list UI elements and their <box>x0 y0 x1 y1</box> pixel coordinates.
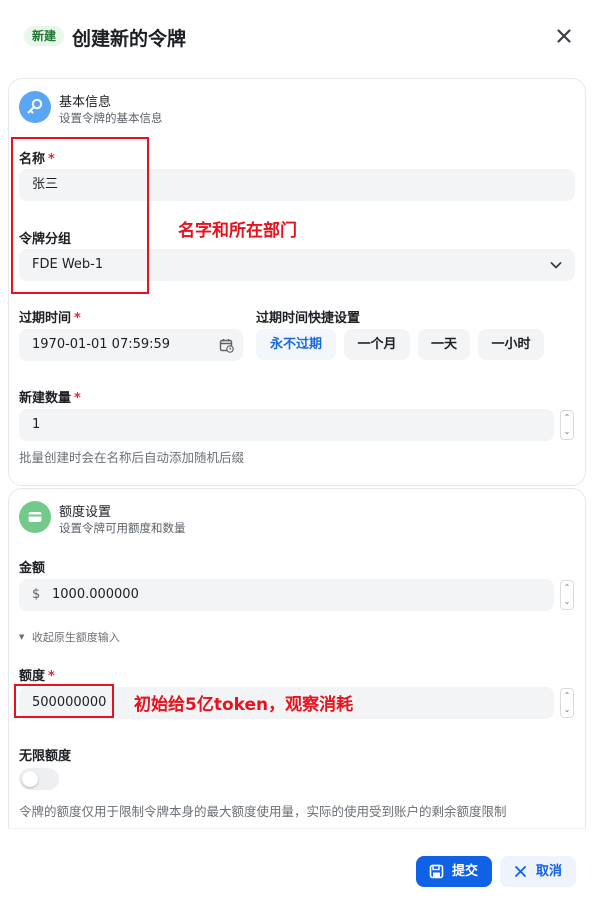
currency-symbol: $ <box>32 587 41 602</box>
stepper-up-icon[interactable]: ⌃ <box>561 689 573 703</box>
save-icon <box>429 864 444 879</box>
count-stepper[interactable]: ⌃ ⌄ <box>560 410 574 440</box>
modal-header: 新建 创建新的令牌 <box>0 0 594 72</box>
new-badge: 新建 <box>24 26 64 46</box>
annotation-quota: 初始给5亿token，观察消耗 <box>134 695 354 715</box>
amount-stepper[interactable]: ⌃ ⌄ <box>560 580 574 610</box>
footer-divider <box>8 828 586 829</box>
quota-subtitle: 设置令牌可用额度和数量 <box>59 521 186 535</box>
cancel-button-label: 取消 <box>536 864 563 879</box>
stepper-down-icon[interactable]: ⌄ <box>561 703 573 717</box>
triangle-down-icon: ▼ <box>19 633 25 641</box>
toggle-knob <box>22 771 38 787</box>
annotation-box-name-group <box>11 137 149 294</box>
unlimited-quota-toggle[interactable] <box>19 768 59 790</box>
calendar-clock-icon[interactable] <box>219 338 234 353</box>
annotation-box-quota <box>14 684 114 718</box>
count-input[interactable]: 1 <box>19 409 554 441</box>
stepper-up-icon[interactable]: ⌃ <box>561 411 573 425</box>
annotation-name-group: 名字和所在部门 <box>178 221 297 241</box>
quick-never-expire-button[interactable]: 永不过期 <box>256 329 336 360</box>
collapse-native-quota-toggle[interactable]: ▼ 收起原生额度输入 <box>19 629 120 645</box>
credit-card-icon <box>19 501 51 533</box>
quota-footnote: 令牌的额度仅用于限制令牌本身的最大额度使用量，实际的使用受到账户的剩余额度限制 <box>19 804 507 819</box>
required-mark: * <box>48 669 55 684</box>
stepper-down-icon[interactable]: ⌄ <box>561 425 573 439</box>
chevron-down-icon <box>550 262 562 269</box>
quota-card <box>8 488 586 828</box>
stepper-up-icon[interactable]: ⌃ <box>561 581 573 595</box>
key-icon <box>19 91 51 123</box>
stepper-down-icon[interactable]: ⌄ <box>561 595 573 609</box>
quota-title: 额度设置 <box>59 505 112 520</box>
count-input-value: 1 <box>32 417 41 432</box>
expire-datetime-value: 1970-01-01 07:59:59 <box>32 337 171 352</box>
quick-one-month-button[interactable]: 一个月 <box>344 329 410 360</box>
required-mark: * <box>74 391 81 406</box>
collapse-native-quota-text: 收起原生额度输入 <box>31 631 120 644</box>
required-mark: * <box>74 311 81 326</box>
cancel-button[interactable]: 取消 <box>500 856 576 887</box>
submit-button[interactable]: 提交 <box>416 856 492 887</box>
amount-input-value: 1000.000000 <box>52 587 139 602</box>
basic-info-subtitle: 设置令牌的基本信息 <box>59 111 163 125</box>
amount-label: 金额 <box>19 561 46 576</box>
close-icon <box>515 866 526 877</box>
count-label: 新建数量 * <box>19 391 81 406</box>
unlimited-quota-label: 无限额度 <box>19 749 72 764</box>
quick-one-day-button[interactable]: 一天 <box>418 329 470 360</box>
quota-label: 额度 * <box>19 669 55 684</box>
expire-datetime-input[interactable]: 1970-01-01 07:59:59 <box>19 329 243 361</box>
submit-button-label: 提交 <box>452 864 479 879</box>
count-help-text: 批量创建时会在名称后自动添加随机后缀 <box>19 450 245 465</box>
quick-one-hour-button[interactable]: 一小时 <box>478 329 544 360</box>
amount-input[interactable]: $ 1000.000000 <box>19 579 554 611</box>
quota-stepper[interactable]: ⌃ ⌄ <box>560 688 574 718</box>
page-title: 创建新的令牌 <box>72 28 187 50</box>
quick-expire-label: 过期时间快捷设置 <box>256 311 361 326</box>
expire-label: 过期时间 * <box>19 311 81 326</box>
close-icon[interactable] <box>552 24 576 48</box>
basic-info-title: 基本信息 <box>59 95 112 110</box>
